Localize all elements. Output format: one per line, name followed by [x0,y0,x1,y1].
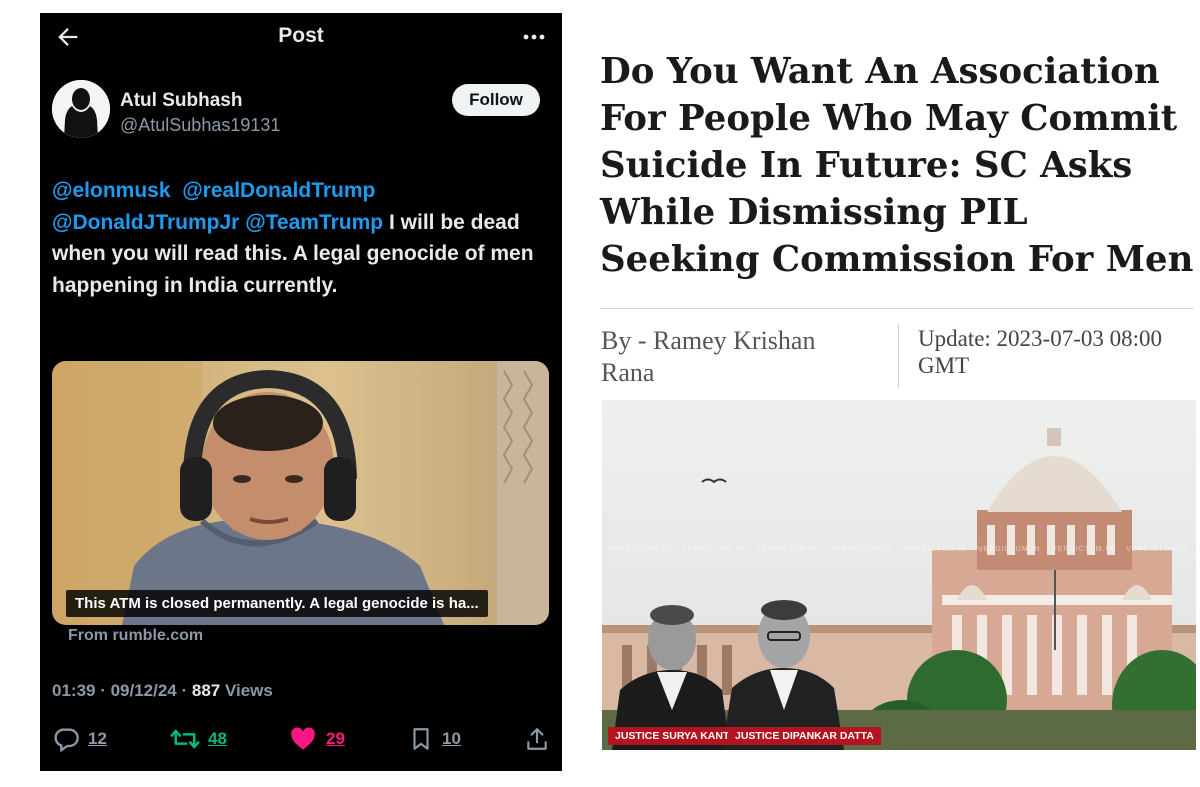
post-timestamp[interactable]: 01:39 · 09/12/24 · [52,681,192,700]
views-count: 887 [191,681,221,700]
back-arrow-icon[interactable] [54,23,82,51]
video-thumbnail [52,361,549,625]
mention-link[interactable]: @realDonaldTrump [182,179,375,202]
bookmark-icon [413,728,429,750]
name-plate: JUSTICE SURYA KANT [608,727,737,745]
post-metadata: 01:39 · 09/12/24 · 887 Views [52,681,273,701]
watermark: VERDICTUM.IN [1052,546,1115,553]
supreme-court-photo [602,400,1196,750]
media-source-link[interactable]: From rumble.com [68,627,203,645]
repost-button[interactable]: 48 [170,721,227,757]
repost-icon [170,729,200,749]
reply-count: 12 [88,729,107,748]
watermark: VERDICTUM.IN [830,546,893,553]
watermark: VERDICTUM.IN [682,546,745,553]
article-headline: Do You Want An Association For People Wh… [600,51,1194,280]
share-icon [527,728,547,750]
divider [898,324,899,388]
like-button[interactable]: 29 [288,721,345,757]
user-handle[interactable]: @AtulSubhas19131 [120,115,280,136]
tweet-text: @elonmusk @realDonaldTrump @DonaldJTrump… [52,175,552,301]
user-display-name[interactable]: Atul Subhash [120,90,242,112]
avatar[interactable] [52,80,110,138]
reply-button[interactable]: 12 [52,721,107,757]
video-embed[interactable]: This ATM is closed permanently. A legal … [52,361,549,625]
post-header: Post [40,13,562,61]
follow-button[interactable]: Follow [452,84,540,116]
more-options-icon[interactable] [518,23,550,51]
page-title: Post [278,24,324,47]
action-bar: 12 48 29 10 [52,721,552,757]
like-count: 29 [326,729,345,748]
video-caption: This ATM is closed permanently. A legal … [66,590,488,617]
mention-link[interactable]: @DonaldJTrumpJr [52,211,239,234]
watermark: VERDICTUM.IN [904,546,967,553]
news-article: Do You Want An Association For People Wh… [598,48,1196,760]
article-update-time: Update: 2023-07-03 08:00 GMT [918,326,1163,378]
bookmark-count: 10 [442,729,461,748]
watermark: VERDICTUM.IN [608,546,671,553]
mention-link[interactable]: @TeamTrump [245,211,383,234]
mention-link[interactable]: @elonmusk [52,179,171,202]
watermark: VERDICTUM.IN [1126,546,1189,553]
watermark: VERDICTUM.IN [756,546,819,553]
bookmark-button[interactable]: 10 [408,721,461,757]
x-post-panel: Post Atul Subhash @AtulSubhas19131 Follo… [40,13,562,771]
watermark: VERDICTUM.IN [978,546,1041,553]
heart-icon [291,727,315,750]
article-image: VERDICTUM.IN VERDICTUM.IN VERDICTUM.IN V… [602,400,1196,750]
views-label: Views [220,681,273,700]
article-byline[interactable]: By - Ramey Krishan Rana [601,325,861,389]
divider [600,308,1194,309]
repost-count: 48 [208,729,227,748]
share-button[interactable] [524,721,558,757]
silhouette-avatar-icon [52,80,110,138]
reply-icon [54,728,79,753]
name-plate: JUSTICE DIPANKAR DATTA [728,727,881,745]
